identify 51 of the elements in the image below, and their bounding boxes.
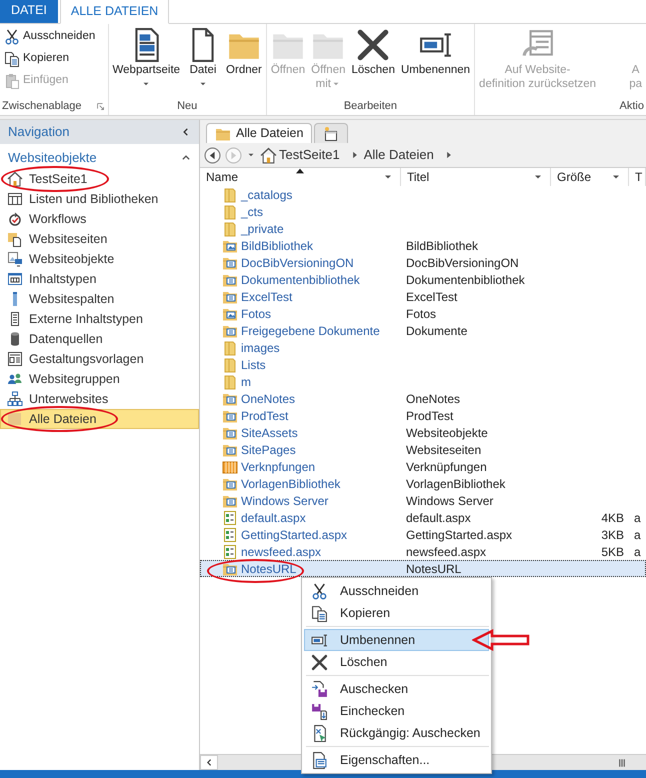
file-name: m — [241, 374, 251, 390]
file-name: _catalogs — [241, 186, 292, 204]
file-type: a — [634, 544, 641, 558]
section-title: Websiteobjekte — [8, 149, 97, 168]
file-name: SiteAssets — [241, 424, 298, 442]
file-name: Verknpfungen — [241, 458, 316, 476]
file-name: VorlagenBibliothek — [241, 476, 340, 492]
file-title: OneNotes — [406, 392, 460, 406]
file-title: BildBibliothek — [406, 238, 478, 252]
file-title: VorlagenBibliothek — [406, 476, 506, 490]
file-title: Websiteseiten — [406, 442, 482, 456]
file-title: Dokumentenbibliothek — [406, 272, 525, 286]
file-type: a — [634, 510, 641, 524]
file-title: ExcelTest — [406, 290, 458, 304]
file-name: Freigegebene Dokumente — [241, 322, 380, 340]
pane-title: Navigation — [8, 123, 70, 142]
file-size: 5KB — [601, 544, 624, 558]
file-name: default.aspx — [241, 510, 306, 526]
file-title: Verknüpfungen — [406, 460, 487, 474]
file-title: Dokumente — [406, 324, 468, 338]
file-name: ProdTest — [241, 408, 288, 424]
group-label: Bearbeiten — [344, 99, 398, 114]
file-title: newsfeed.aspx — [406, 544, 486, 558]
file-title: Windows Server — [406, 494, 494, 508]
file-name: newsfeed.aspx — [241, 544, 322, 560]
file-type: a — [634, 528, 641, 542]
file-size: 3KB — [601, 528, 624, 542]
group-label: Zwischenablage — [2, 99, 82, 114]
file-name: Dokumentenbibliothek — [241, 272, 360, 288]
file-title: Websiteobjekte — [406, 426, 488, 440]
file-title: NotesURL — [406, 562, 462, 576]
file-name: _cts — [241, 204, 264, 220]
group-label: Aktio — [620, 99, 644, 114]
file-title: default.aspx — [406, 510, 471, 524]
group-label: Neu — [177, 99, 198, 114]
file-title: ProdTest — [406, 408, 454, 422]
file-name: _private — [241, 220, 284, 238]
file-name: DocBibVersioningON — [241, 254, 354, 272]
file-name: Lists — [241, 356, 266, 374]
file-name: BildBibliothek — [241, 238, 314, 254]
file-title: DocBibVersioningON — [406, 256, 519, 270]
file-name: ExcelTest — [241, 288, 292, 306]
file-name: Fotos — [241, 306, 272, 322]
file-name: images — [241, 340, 280, 356]
file-title: GettingStarted.aspx — [406, 528, 512, 542]
file-size: 4KB — [601, 510, 624, 524]
file-title: Fotos — [406, 306, 436, 320]
file-name: Windows Server — [241, 492, 328, 510]
file-name: SitePages — [241, 442, 296, 458]
file-name: OneNotes — [241, 390, 296, 408]
file-name: GettingStarted.aspx — [241, 526, 348, 544]
